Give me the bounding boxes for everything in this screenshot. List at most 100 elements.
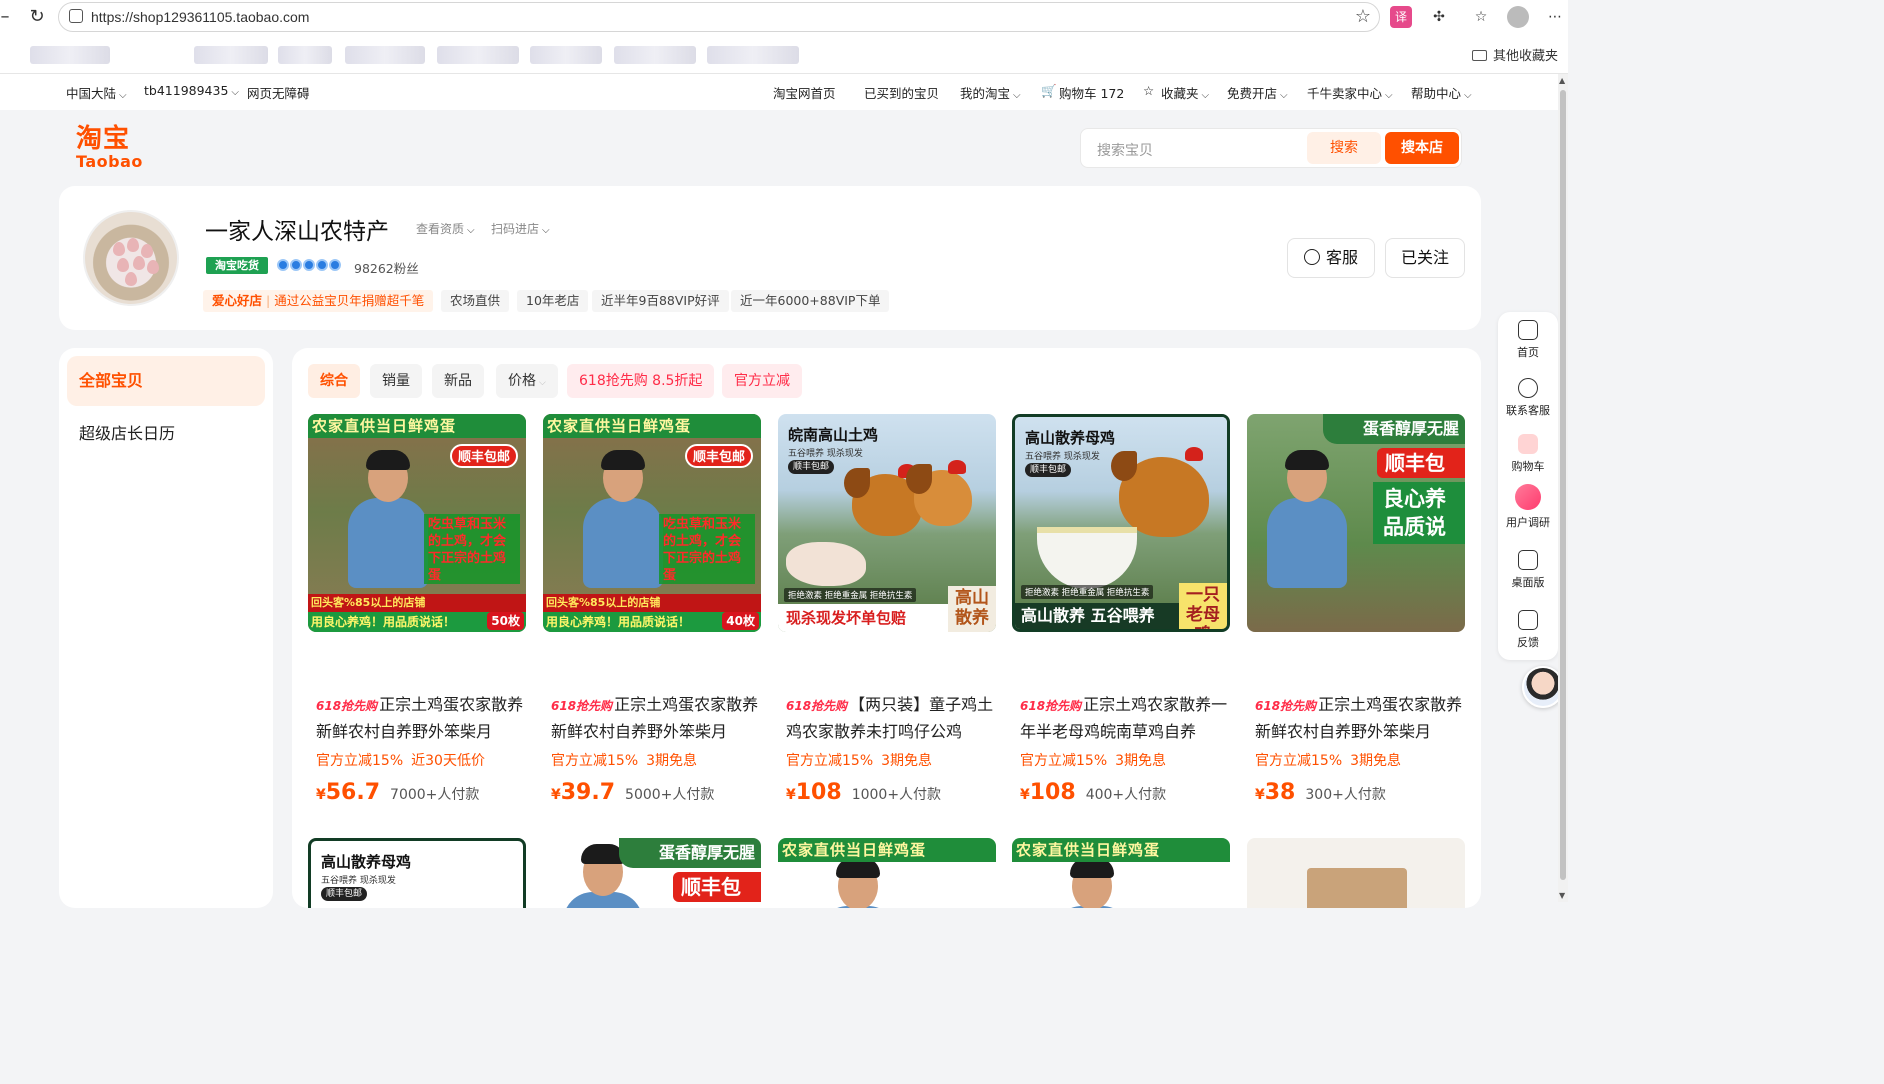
- sort-tab-sales[interactable]: 销量: [370, 364, 422, 398]
- help-center-menu[interactable]: 帮助中心: [1411, 83, 1472, 102]
- product-title[interactable]: 618抢先购 正宗土鸡农家散养一年半老母鸡皖南草鸡自养: [1012, 692, 1230, 742]
- float-home[interactable]: 首页: [1498, 320, 1558, 360]
- float-cart[interactable]: 购物车: [1498, 434, 1558, 474]
- sort-tab-new[interactable]: 新品: [432, 364, 484, 398]
- bookmark-item[interactable]: [437, 46, 519, 64]
- product-image[interactable]: 皖南高山土鸡 五谷喂养 现杀现发 顺丰包邮 拒绝激素 拒绝重金属 拒绝抗生素 现…: [778, 414, 996, 632]
- float-user-survey[interactable]: 用户调研: [1498, 484, 1558, 530]
- float-customer-service[interactable]: 联系客服: [1498, 378, 1558, 418]
- product-card[interactable]: [1247, 838, 1465, 908]
- address-bar[interactable]: https://shop129361105.taobao.com ☆: [58, 2, 1380, 32]
- search-input[interactable]: 搜索宝贝: [1097, 140, 1153, 160]
- image-red-label: 顺丰包: [1377, 448, 1465, 478]
- back-icon[interactable]: –: [0, 6, 16, 28]
- cart-link[interactable]: 购物车 172: [1059, 83, 1124, 102]
- page-scrollbar[interactable]: ▲ ▼: [1558, 74, 1568, 902]
- bookmark-item[interactable]: [614, 46, 696, 64]
- bookmark-item[interactable]: [30, 46, 110, 64]
- search-all-button[interactable]: 搜索: [1307, 132, 1381, 164]
- shop-info-card: 一家人深山农特产 查看资质 扫码进店 淘宝吃货 98262粉丝 爱心好店 | 通…: [59, 186, 1481, 330]
- home-icon: [1518, 320, 1538, 340]
- image-features: 拒绝激素 拒绝重金属 拒绝抗生素: [784, 588, 917, 602]
- scroll-down-icon[interactable]: ▼: [1559, 891, 1565, 900]
- favorites-menu[interactable]: 收藏夹: [1161, 83, 1209, 102]
- sales-count: 7000+人付款: [390, 787, 480, 803]
- favorites-icon[interactable]: ☆: [1470, 6, 1492, 28]
- sort-tab-price[interactable]: 价格 ⌵: [496, 364, 558, 398]
- bought-items-link[interactable]: 已买到的宝贝: [864, 83, 939, 102]
- customer-service-button[interactable]: 客服: [1287, 238, 1375, 278]
- follow-button[interactable]: 已关注: [1385, 238, 1465, 278]
- egg-graphic: [133, 256, 145, 270]
- product-card[interactable]: 农家直供当日鲜鸡蛋 顺丰包邮 吃虫草和玉米的土鸡，才会下正宗的土鸡蛋 回头客%8…: [543, 414, 761, 805]
- image-bottom-strip: 现杀现发坏单包赔: [778, 604, 948, 632]
- extensions-icon[interactable]: ✣: [1428, 6, 1450, 28]
- product-card[interactable]: 蛋香醇厚无腥 顺丰包: [543, 838, 761, 908]
- product-card[interactable]: 农家直供当日鲜鸡蛋 顺丰包邮 吃虫草和玉米的土鸡，才会下正宗的土鸡蛋 回头客%8…: [308, 414, 526, 805]
- bookmark-item[interactable]: [278, 46, 332, 64]
- shop-tag: 农场直供: [441, 290, 510, 312]
- bookmark-item[interactable]: [345, 46, 425, 64]
- reload-icon[interactable]: ↻: [26, 6, 48, 28]
- product-image[interactable]: 蛋香醇厚无腥 顺丰包 良心养品质说: [1247, 414, 1465, 632]
- product-card[interactable]: 高山散养母鸡 五谷喂养 现杀现发 顺丰包邮: [308, 838, 526, 908]
- dressed-chicken-graphic: [786, 542, 866, 586]
- more-menu-icon[interactable]: ⋯: [1544, 6, 1566, 28]
- bookmark-item[interactable]: [707, 46, 799, 64]
- filter-618-presale[interactable]: 618抢先购 8.5折起: [567, 364, 715, 398]
- product-card[interactable]: 农家直供当日鲜鸡蛋: [778, 838, 996, 908]
- farmer-graphic: [1042, 858, 1142, 908]
- image-pill: 顺丰包邮: [788, 460, 835, 474]
- product-card[interactable]: 皖南高山土鸡 五谷喂养 现杀现发 顺丰包邮 拒绝激素 拒绝重金属 拒绝抗生素 现…: [778, 414, 996, 805]
- cart-icon: [1518, 434, 1538, 454]
- egg-graphic: [147, 260, 159, 274]
- view-qualification-link[interactable]: 查看资质: [416, 220, 475, 237]
- float-feedback[interactable]: 反馈: [1498, 610, 1558, 650]
- accessibility-link[interactable]: 网页无障碍: [247, 83, 310, 102]
- float-desktop-version[interactable]: 桌面版: [1498, 550, 1558, 590]
- scroll-up-icon[interactable]: ▲: [1559, 76, 1565, 85]
- translate-extension-icon[interactable]: 译: [1390, 6, 1412, 28]
- image-subtitle: 五谷喂养 现杀现发: [788, 449, 863, 459]
- egg-graphic: [113, 242, 125, 256]
- product-title[interactable]: 618抢先购 正宗土鸡蛋农家散养新鲜农村自养野外笨柴月: [308, 692, 526, 742]
- category-all-items[interactable]: 全部宝贝: [67, 356, 265, 406]
- shop-avatar[interactable]: [83, 210, 179, 306]
- product-title[interactable]: 618抢先购 正宗土鸡蛋农家散养新鲜农村自养野外笨柴月: [543, 692, 761, 742]
- open-shop-menu[interactable]: 免费开店: [1227, 83, 1288, 102]
- search-shop-button[interactable]: 搜本店: [1385, 132, 1459, 164]
- scan-to-shop-link[interactable]: 扫码进店: [491, 220, 550, 237]
- category-item[interactable]: 超级店长日历: [79, 420, 175, 444]
- bookmark-item[interactable]: [530, 46, 602, 64]
- site-info-icon[interactable]: [69, 9, 83, 23]
- bookmark-item[interactable]: [194, 46, 268, 64]
- seller-center-menu[interactable]: 千牛卖家中心: [1307, 83, 1393, 102]
- egg-graphic: [141, 244, 153, 258]
- product-discounts: 官方立减15% 3期免息: [551, 753, 698, 769]
- other-bookmarks-folder[interactable]: 其他收藏夹: [1471, 45, 1558, 64]
- taobao-home-link[interactable]: 淘宝网首页: [773, 83, 836, 102]
- charity-tag[interactable]: 爱心好店 | 通过公益宝贝年捐赠超千笔: [203, 290, 433, 312]
- product-card[interactable]: 蛋香醇厚无腥 顺丰包 良心养品质说 618抢先购 正宗土鸡蛋农家散养新鲜农村自养野…: [1247, 414, 1465, 805]
- taobao-logo[interactable]: 淘宝 Taobao: [76, 124, 152, 176]
- product-image[interactable]: 高山散养母鸡 五谷喂养 现杀现发 顺丰包邮 拒绝激素 拒绝重金属 拒绝抗生素 高…: [1012, 414, 1230, 632]
- favorites-star-icon: ☆: [1143, 83, 1155, 98]
- cart-icon[interactable]: 🛒: [1041, 83, 1057, 99]
- my-taobao-menu[interactable]: 我的淘宝: [960, 83, 1021, 102]
- product-card[interactable]: 农家直供当日鲜鸡蛋: [1012, 838, 1230, 908]
- filter-official-discount[interactable]: 官方立减: [722, 364, 802, 398]
- product-image[interactable]: 农家直供当日鲜鸡蛋 顺丰包邮 吃虫草和玉米的土鸡，才会下正宗的土鸡蛋 回头客%8…: [543, 414, 761, 632]
- product-price: ¥108 400+人付款: [1020, 780, 1167, 805]
- bookmark-star-icon[interactable]: ☆: [1355, 6, 1371, 27]
- sort-tab-comprehensive[interactable]: 综合: [308, 364, 360, 398]
- product-image[interactable]: 农家直供当日鲜鸡蛋 顺丰包邮 吃虫草和玉米的土鸡，才会下正宗的土鸡蛋 回头客%8…: [308, 414, 526, 632]
- image-mid-strip: 回头客%85以上的店铺: [308, 594, 526, 612]
- scrollbar-thumb[interactable]: [1560, 90, 1566, 880]
- profile-avatar-icon[interactable]: [1507, 6, 1529, 28]
- product-title[interactable]: 618抢先购 正宗土鸡蛋农家散养新鲜农村自养野外笨柴月: [1247, 692, 1465, 742]
- product-title[interactable]: 618抢先购 【两只装】童子鸡土鸡农家散养未打鸣仔公鸡: [778, 692, 996, 742]
- user-menu[interactable]: tb411989435: [144, 83, 239, 98]
- region-select[interactable]: 中国大陆: [66, 83, 127, 102]
- chat-icon: [1518, 378, 1538, 398]
- product-card[interactable]: 高山散养母鸡 五谷喂养 现杀现发 顺丰包邮 拒绝激素 拒绝重金属 拒绝抗生素 高…: [1012, 414, 1230, 805]
